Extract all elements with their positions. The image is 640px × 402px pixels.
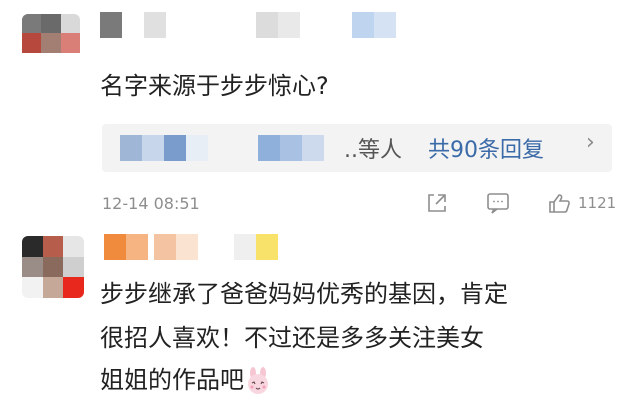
share-icon: [428, 194, 446, 212]
replier-names-redacted: [120, 135, 324, 161]
comment-button[interactable]: [486, 192, 510, 214]
like-button[interactable]: 1121: [548, 192, 616, 214]
like-count: 1121: [578, 194, 617, 212]
comment-line: 步步继承了爸爸妈妈优秀的基因，肯定: [100, 280, 508, 308]
timestamp: 12-14 08:51: [102, 194, 200, 213]
avatar[interactable]: [22, 236, 84, 298]
replies-suffix: ..等人: [344, 138, 402, 163]
rabbit-emoji-icon: [248, 367, 268, 394]
replies-box[interactable]: ..等人 共90条回复 ›: [102, 124, 612, 172]
comment-icon: [487, 193, 509, 214]
comment-line-text: 姐姐的作品吧: [100, 366, 244, 394]
like-icon: [549, 194, 570, 213]
comment-line: 姐姐的作品吧: [100, 358, 272, 402]
share-button[interactable]: [426, 192, 448, 214]
username-redacted[interactable]: [104, 234, 278, 260]
username-redacted[interactable]: [100, 12, 396, 38]
comment-line: 很招人喜欢！不过还是多多关注美女: [100, 324, 484, 352]
avatar[interactable]: [22, 14, 80, 72]
comment-text: 名字来源于步步惊心?: [100, 72, 329, 100]
view-replies-link[interactable]: 共90条回复: [428, 132, 544, 164]
chevron-right-icon[interactable]: ›: [586, 130, 595, 155]
